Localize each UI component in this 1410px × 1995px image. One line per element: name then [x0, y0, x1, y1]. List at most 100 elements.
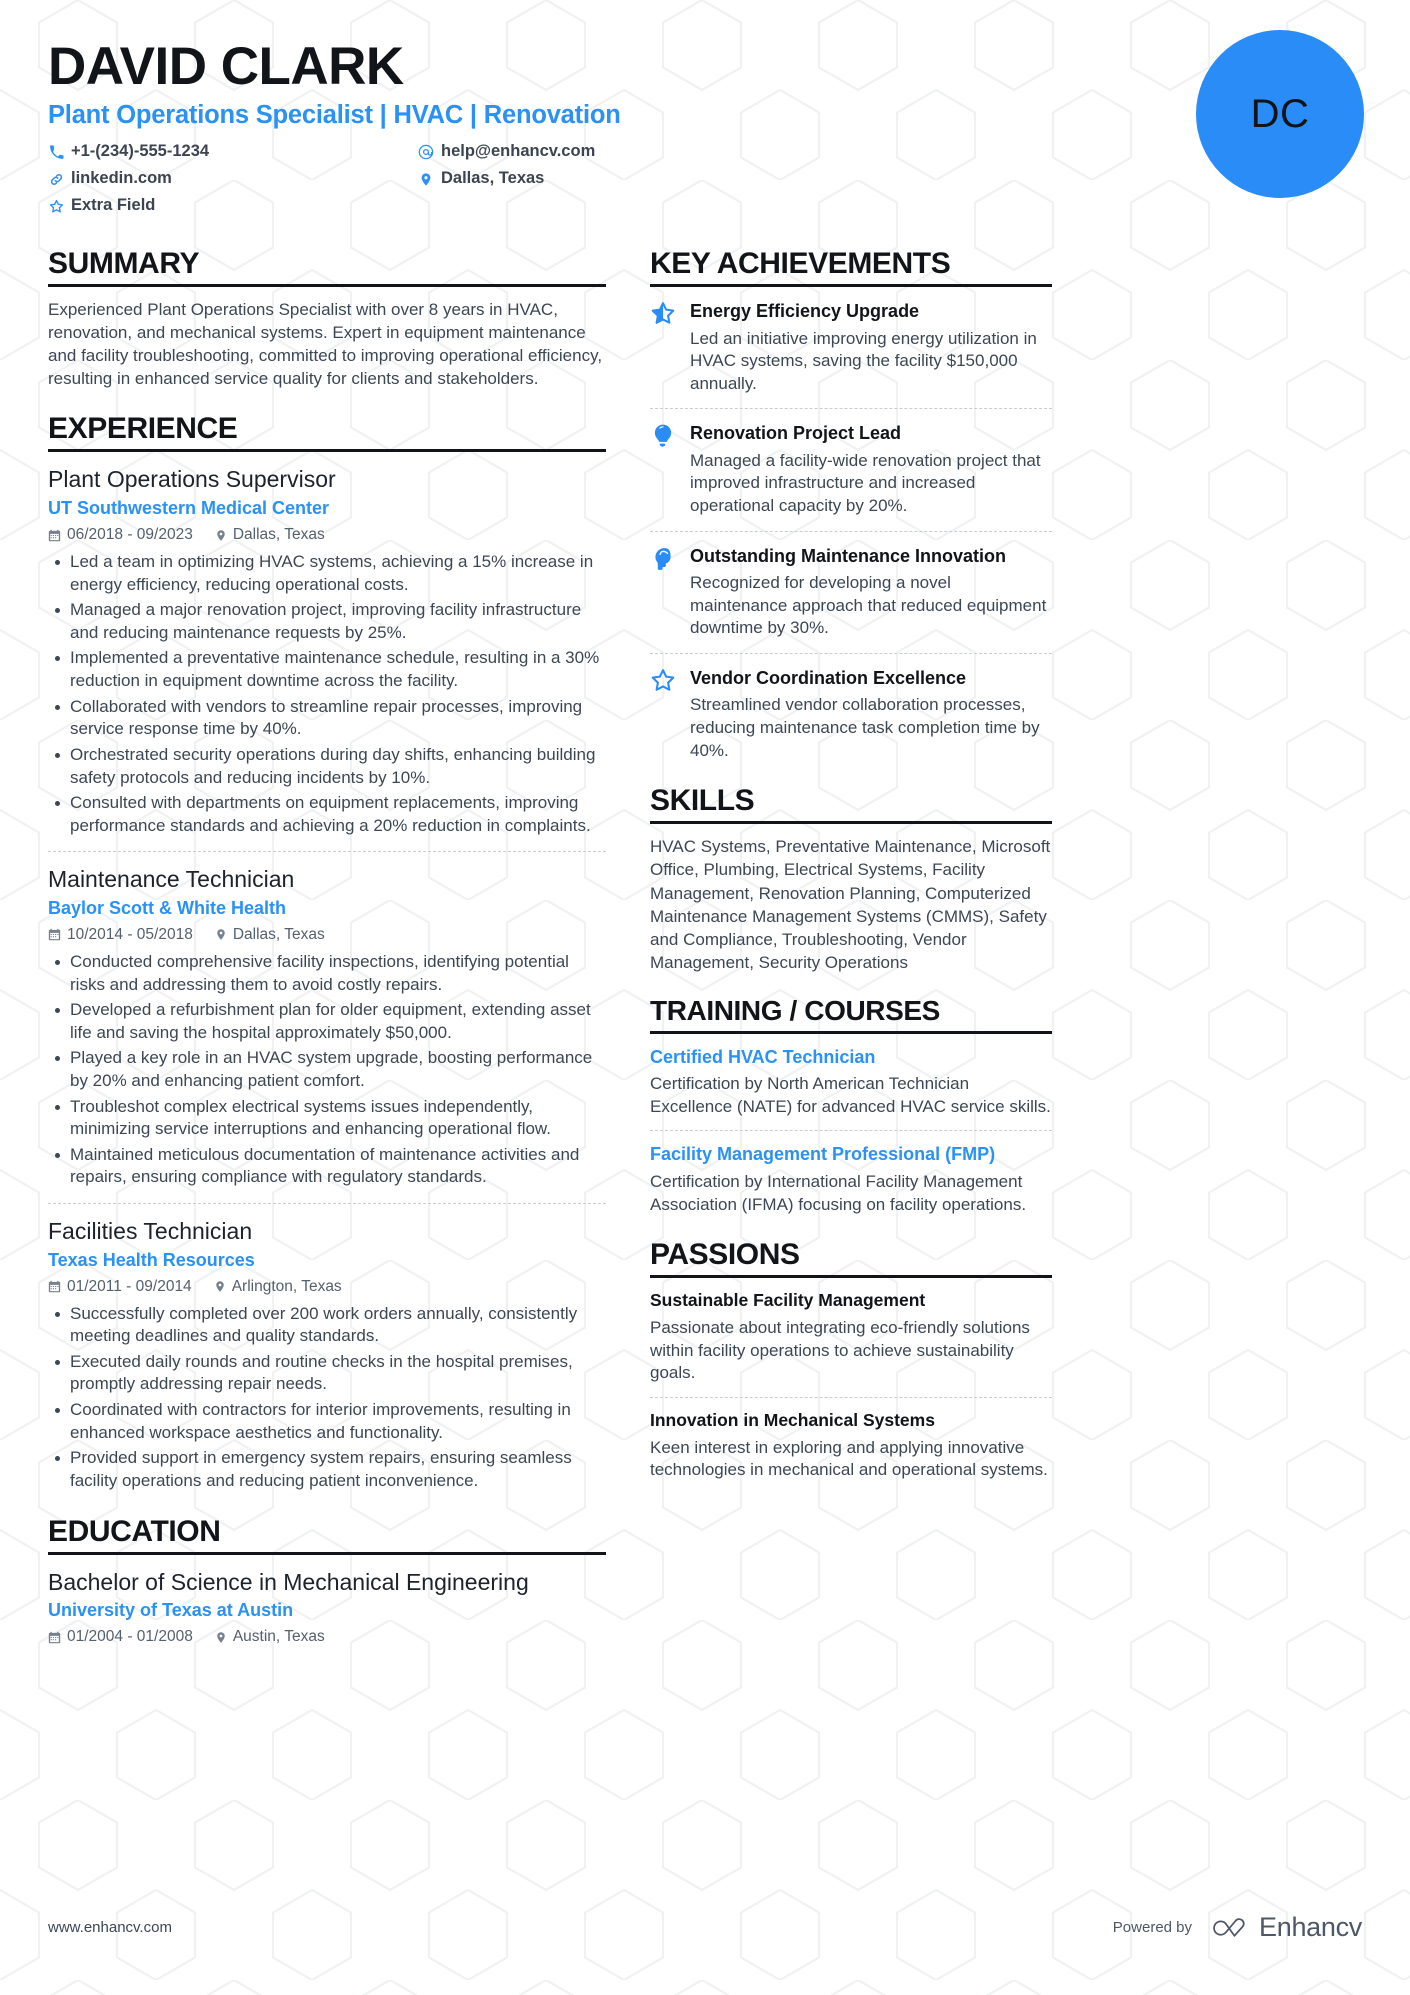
contact-email[interactable]: help@enhancv.com [418, 140, 788, 164]
section-key-achievements: KEY ACHIEVEMENTS Energy Efficiency Upgra… [650, 247, 1052, 762]
contact-email-text: help@enhancv.com [441, 142, 596, 161]
bullet-item: Provided support in emergency system rep… [48, 1447, 606, 1492]
education-meta: 01/2004 - 01/2008 Austin, Texas [48, 1628, 606, 1646]
bullet-item: Successfully completed over 200 work ord… [48, 1303, 606, 1348]
contact-column-right: help@enhancv.com Dallas, Texas [418, 140, 788, 221]
outline-star-icon [650, 667, 678, 762]
passion-description: Passionate about integrating eco-friendl… [650, 1318, 1030, 1383]
education-dates-text: 01/2004 - 01/2008 [67, 1628, 193, 1646]
experience-role: Plant Operations Supervisor [48, 466, 336, 493]
contact-phone[interactable]: +1-(234)-555-1234 [48, 140, 418, 164]
professional-headline: Plant Operations Specialist | HVAC | Ren… [48, 101, 621, 130]
passion-name: Innovation in Mechanical Systems [650, 1409, 935, 1430]
training-heading: TRAINING / COURSES [650, 995, 1052, 1034]
skills-text: HVAC Systems, Preventative Maintenance, … [650, 837, 1051, 972]
education-location-text: Austin, Texas [232, 1628, 325, 1646]
footer-branding: Powered by Enhancv [1113, 1912, 1363, 1943]
achievement-item: Energy Efficiency Upgrade Led an initiat… [650, 287, 1052, 395]
achievement-body: Renovation Project Lead Managed a facili… [690, 422, 1052, 517]
achievement-description: Streamlined vendor collaboration process… [690, 695, 1040, 760]
experience-bullets: Conducted comprehensive facility inspect… [48, 951, 606, 1189]
training-name[interactable]: Facility Management Professional (FMP) [650, 1143, 1052, 1166]
contact-extra-field-text: Extra Field [71, 196, 156, 215]
page-title: DAVID CLARK [48, 37, 404, 96]
achievement-body: Vendor Coordination Excellence Streamlin… [690, 667, 1052, 762]
achievement-title: Outstanding Maintenance Innovation [690, 545, 1007, 566]
bullet-item: Managed a major renovation project, impr… [48, 599, 606, 644]
calendar-icon [48, 1280, 61, 1293]
experience-location: Dallas, Texas [215, 526, 325, 544]
experience-dates-text: 01/2011 - 09/2014 [67, 1277, 192, 1295]
achievement-description: Recognized for developing a novel mainte… [690, 573, 1047, 638]
section-passions: PASSIONS Sustainable Facility Management… [650, 1238, 1052, 1482]
bullet-item: Implemented a preventative maintenance s… [48, 647, 606, 692]
section-education: EDUCATION Bachelor of Science in Mechani… [48, 1515, 606, 1647]
experience-role: Facilities Technician [48, 1218, 253, 1245]
experience-dates: 06/2018 - 09/2023 [48, 526, 193, 544]
section-experience: EXPERIENCE Plant Operations Supervisor U… [48, 412, 606, 1492]
achievement-title: Renovation Project Lead [690, 423, 902, 444]
contact-linkedin[interactable]: linkedin.com [48, 167, 418, 191]
contact-linkedin-text: linkedin.com [71, 169, 172, 188]
training-name[interactable]: Certified HVAC Technician [650, 1046, 1052, 1069]
passion-item: Sustainable Facility Management Passiona… [650, 1278, 1052, 1385]
enhancv-brand-text: Enhancv [1259, 1912, 1362, 1942]
experience-bullets: Led a team in optimizing HVAC systems, a… [48, 551, 606, 837]
experience-entry: Plant Operations Supervisor UT Southwest… [48, 452, 606, 837]
bullet-item: Orchestrated security operations during … [48, 744, 606, 789]
experience-location: Arlington, Texas [214, 1278, 342, 1296]
avatar: DC [1196, 30, 1364, 198]
achievement-item: Outstanding Maintenance Innovation Recog… [650, 530, 1052, 640]
contact-column-left: +1-(234)-555-1234 linkedin.com Extra Fie… [48, 140, 418, 221]
bullet-item: Collaborated with vendors to streamline … [48, 696, 606, 741]
contact-extra-field[interactable]: Extra Field [48, 194, 418, 218]
section-training-courses: TRAINING / COURSES Certified HVAC Techni… [650, 995, 1052, 1216]
enhancv-logo[interactable]: Enhancv [1206, 1912, 1362, 1943]
experience-organization[interactable]: Baylor Scott & White Health [48, 898, 606, 919]
achievement-title: Vendor Coordination Excellence [690, 667, 967, 688]
experience-location-text: Dallas, Texas [232, 925, 325, 943]
resume-header: DAVID CLARK Plant Operations Specialist … [48, 30, 1364, 221]
bullet-item: Led a team in optimizing HVAC systems, a… [48, 551, 606, 596]
contact-phone-text: +1-(234)-555-1234 [71, 142, 210, 161]
education-school[interactable]: University of Texas at Austin [48, 1600, 606, 1621]
section-skills: SKILLS HVAC Systems, Preventative Mainte… [650, 784, 1052, 974]
achievement-item: Vendor Coordination Excellence Streamlin… [650, 652, 1052, 762]
experience-dates-text: 06/2018 - 09/2023 [67, 526, 193, 544]
achievements-heading: KEY ACHIEVEMENTS [650, 247, 1052, 287]
bullet-item: Maintained meticulous documentation of m… [48, 1144, 606, 1189]
calendar-icon [48, 529, 61, 542]
achievement-item: Renovation Project Lead Managed a facili… [650, 408, 1052, 517]
experience-role: Maintenance Technician [48, 866, 295, 893]
calendar-icon [48, 1631, 61, 1644]
email-icon [418, 144, 434, 160]
link-icon [48, 172, 64, 187]
enhancv-mark-icon [1213, 1917, 1245, 1937]
achievement-description: Led an initiative improving energy utili… [690, 328, 1037, 393]
location-icon [214, 1280, 226, 1293]
left-column: SUMMARY Experienced Plant Operations Spe… [48, 247, 640, 1668]
education-dates: 01/2004 - 01/2008 [48, 1628, 193, 1646]
head-profile-icon [650, 545, 678, 640]
contact-location[interactable]: Dallas, Texas [418, 167, 788, 191]
location-icon [215, 529, 227, 542]
experience-dates: 01/2011 - 09/2014 [48, 1278, 192, 1296]
experience-organization[interactable]: UT Southwestern Medical Center [48, 498, 606, 519]
footer-website-url[interactable]: www.enhancv.com [48, 1919, 172, 1936]
training-item: Certified HVAC Technician Certification … [650, 1034, 1052, 1119]
location-icon [215, 928, 227, 941]
lightbulb-icon [650, 422, 678, 517]
experience-location: Dallas, Texas [215, 926, 325, 944]
training-description: Certification by North American Technici… [650, 1074, 1051, 1116]
bullet-item: Played a key role in an HVAC system upgr… [48, 1047, 606, 1092]
experience-meta: 01/2011 - 09/2014 Arlington, Texas [48, 1278, 606, 1296]
resume-page: DAVID CLARK Plant Operations Specialist … [0, 0, 1410, 1995]
experience-organization[interactable]: Texas Health Resources [48, 1250, 606, 1271]
passion-item: Innovation in Mechanical Systems Keen in… [650, 1396, 1052, 1482]
passion-name: Sustainable Facility Management [650, 1290, 926, 1311]
education-entry: Bachelor of Science in Mechanical Engine… [48, 1555, 606, 1647]
experience-meta: 10/2014 - 05/2018 Dallas, Texas [48, 926, 606, 944]
contact-info: +1-(234)-555-1234 linkedin.com Extra Fie… [48, 140, 788, 221]
experience-location-text: Dallas, Texas [232, 526, 325, 544]
passion-description: Keen interest in exploring and applying … [650, 1437, 1048, 1480]
